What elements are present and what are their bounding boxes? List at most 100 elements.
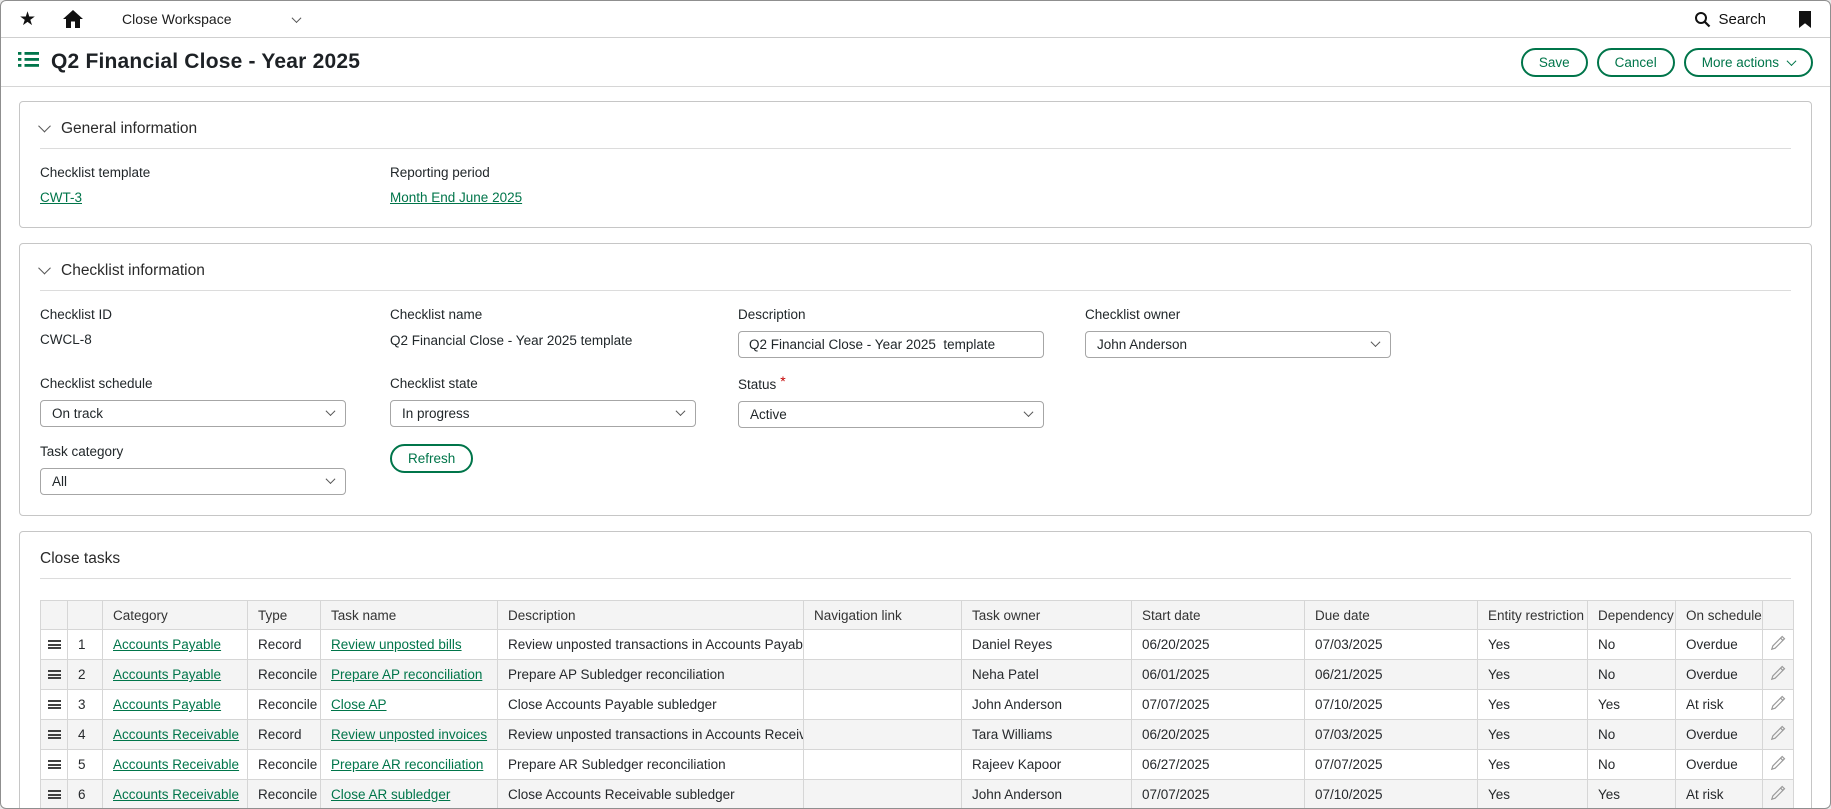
collapse-section-icon[interactable] <box>38 262 51 275</box>
task-name-link[interactable]: Review unposted bills <box>331 637 462 652</box>
row-number-cell: 1 <box>68 630 103 660</box>
description-cell: Close Accounts Receivable subledger <box>498 780 804 809</box>
checklist-state-select[interactable]: In progress <box>390 400 696 427</box>
edit-pencil-icon[interactable] <box>1770 789 1786 804</box>
checklist-owner-label: Checklist owner <box>1085 307 1791 322</box>
dependency-cell: No <box>1588 750 1676 780</box>
chevron-down-icon <box>1024 407 1034 417</box>
drag-handle-icon[interactable] <box>48 760 61 769</box>
row-edit-cell <box>1763 660 1794 690</box>
start-date-cell: 06/20/2025 <box>1132 630 1305 660</box>
checklist-id-field: Checklist ID CWCL-8 <box>40 307 390 358</box>
col-header-edit <box>1763 601 1794 630</box>
category-link[interactable]: Accounts Payable <box>113 637 221 652</box>
description-cell: Prepare AR Subledger reconciliation <box>498 750 804 780</box>
checklist-list-icon[interactable] <box>18 51 39 73</box>
status-field: Status* Active <box>738 376 1085 428</box>
task-owner-cell: John Anderson <box>962 780 1132 809</box>
start-date-cell: 06/01/2025 <box>1132 660 1305 690</box>
task-name-link[interactable]: Close AR subledger <box>331 787 450 802</box>
drag-handle-icon[interactable] <box>48 730 61 739</box>
task-name-link[interactable]: Prepare AP reconciliation <box>331 667 482 682</box>
col-header-entity-restriction: Entity restriction <box>1478 601 1588 630</box>
workspace-selector[interactable]: Close Workspace <box>122 11 300 27</box>
task-owner-cell: John Anderson <box>962 690 1132 720</box>
row-number-cell: 5 <box>68 750 103 780</box>
type-cell: Reconcile <box>248 780 321 809</box>
drag-handle-icon[interactable] <box>48 640 61 649</box>
task-name-link[interactable]: Review unposted invoices <box>331 727 487 742</box>
col-header-drag <box>41 601 68 630</box>
edit-pencil-icon[interactable] <box>1770 639 1786 654</box>
on-schedule-cell: Overdue <box>1676 630 1763 660</box>
dependency-cell: Yes <box>1588 690 1676 720</box>
more-actions-button[interactable]: More actions <box>1684 48 1813 77</box>
checklist-schedule-select[interactable]: On track <box>40 400 346 427</box>
col-header-dependency: Dependency <box>1588 601 1676 630</box>
chevron-down-icon <box>292 13 302 23</box>
entity-restriction-cell: Yes <box>1478 630 1588 660</box>
row-drag-cell <box>41 750 68 780</box>
drag-handle-icon[interactable] <box>48 670 61 679</box>
edit-pencil-icon[interactable] <box>1770 759 1786 774</box>
start-date-cell: 06/20/2025 <box>1132 720 1305 750</box>
checklist-id-label: Checklist ID <box>40 307 390 322</box>
edit-pencil-icon[interactable] <box>1770 669 1786 684</box>
drag-handle-icon[interactable] <box>48 700 61 709</box>
category-link-cell: Accounts Receivable <box>103 780 248 809</box>
status-select[interactable]: Active <box>738 401 1044 428</box>
checklist-schedule-field: Checklist schedule On track <box>40 376 390 428</box>
task-category-select[interactable]: All <box>40 468 346 495</box>
reporting-period-link[interactable]: Month End June 2025 <box>390 190 522 205</box>
task-owner-cell: Tara Williams <box>962 720 1132 750</box>
navigation-link <box>804 780 962 809</box>
description-input[interactable] <box>738 331 1044 358</box>
collapse-section-icon[interactable] <box>38 120 51 133</box>
col-header-task-owner: Task owner <box>962 601 1132 630</box>
favorite-star-icon[interactable]: ★ <box>19 10 36 29</box>
chevron-down-icon <box>326 406 336 416</box>
col-header-task-name: Task name <box>321 601 498 630</box>
checklist-owner-field: Checklist owner John Anderson <box>1085 307 1791 358</box>
row-edit-cell <box>1763 630 1794 660</box>
category-link-cell: Accounts Receivable <box>103 750 248 780</box>
chevron-down-icon <box>1787 56 1797 66</box>
table-header: CategoryTypeTask nameDescriptionNavigati… <box>41 601 1794 630</box>
drag-handle-icon[interactable] <box>48 790 61 799</box>
on-schedule-cell: Overdue <box>1676 750 1763 780</box>
app-window: ★ Close Workspace Search <box>0 0 1831 809</box>
checklist-template-link[interactable]: CWT-3 <box>40 190 82 205</box>
category-link[interactable]: Accounts Receivable <box>113 727 239 742</box>
edit-pencil-icon[interactable] <box>1770 729 1786 744</box>
task-name-link[interactable]: Close AP <box>331 697 387 712</box>
navigation-link <box>804 630 962 660</box>
task-name-link-cell: Prepare AP reconciliation <box>321 660 498 690</box>
row-number-cell: 3 <box>68 690 103 720</box>
description-cell: Prepare AP Subledger reconciliation <box>498 660 804 690</box>
task-name-link[interactable]: Prepare AR reconciliation <box>331 757 483 772</box>
category-link[interactable]: Accounts Payable <box>113 697 221 712</box>
category-link[interactable]: Accounts Payable <box>113 667 221 682</box>
checklist-owner-select[interactable]: John Anderson <box>1085 331 1391 358</box>
category-link[interactable]: Accounts Receivable <box>113 757 239 772</box>
save-button[interactable]: Save <box>1521 48 1588 77</box>
checklist-schedule-label: Checklist schedule <box>40 376 390 391</box>
refresh-button[interactable]: Refresh <box>390 444 473 473</box>
row-edit-cell <box>1763 690 1794 720</box>
checklist-name-field: Checklist name Q2 Financial Close - Year… <box>390 307 738 358</box>
edit-pencil-icon[interactable] <box>1770 699 1786 714</box>
checklist-id-value: CWCL-8 <box>40 332 92 347</box>
due-date-cell: 07/07/2025 <box>1305 750 1478 780</box>
search-label: Search <box>1718 11 1766 28</box>
task-category-field: Task category All <box>40 444 390 495</box>
category-link[interactable]: Accounts Receivable <box>113 787 239 802</box>
entity-restriction-cell: Yes <box>1478 690 1588 720</box>
bookmark-icon[interactable] <box>1798 11 1812 28</box>
checklist-state-field: Checklist state In progress <box>390 376 738 428</box>
section-title: Close tasks <box>40 550 120 568</box>
home-icon[interactable] <box>63 10 83 28</box>
checklist-information-panel: Checklist information Checklist ID CWCL-… <box>19 243 1812 516</box>
navigation-link <box>804 720 962 750</box>
search-button[interactable]: Search <box>1694 11 1766 28</box>
cancel-button[interactable]: Cancel <box>1597 48 1675 77</box>
